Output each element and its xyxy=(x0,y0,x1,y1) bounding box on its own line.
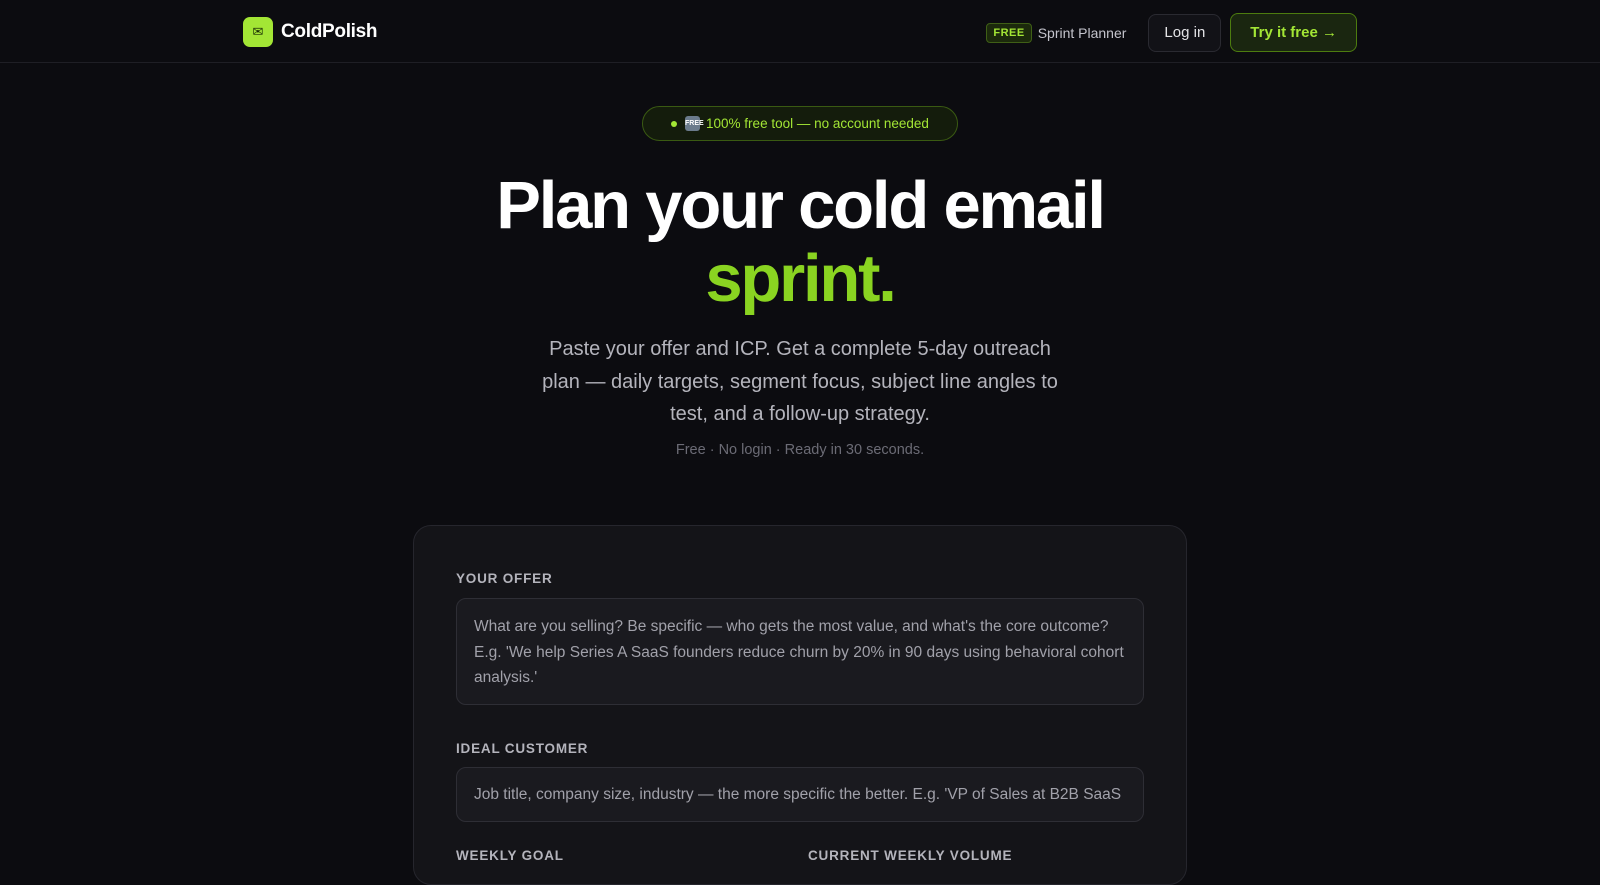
status-dot-icon xyxy=(671,120,678,127)
weekly-goal-label: WEEKLY GOAL xyxy=(456,848,564,863)
hero-subtitle: Paste your offer and ICP. Get a complete… xyxy=(542,338,1058,425)
free-emoji-icon: FREE xyxy=(685,116,704,131)
offer-label: YOUR OFFER xyxy=(456,571,553,586)
sprint-planner-link[interactable]: FREE Sprint Planner xyxy=(986,22,1127,43)
offer-textarea[interactable] xyxy=(456,598,1144,705)
sprint-planner-label: Sprint Planner xyxy=(1037,24,1127,41)
customer-label: IDEAL CUSTOMER xyxy=(456,741,589,756)
sprint-form-card: YOUR OFFER IDEAL CUSTOMER WEEKLY GOAL CU… xyxy=(413,525,1187,885)
try-free-button[interactable]: Try it free → xyxy=(1230,13,1357,52)
brand-name: ColdPolish xyxy=(281,21,378,42)
mail-icon: ✉ xyxy=(243,17,273,47)
customer-input[interactable] xyxy=(456,767,1144,822)
hero-meta: Free · No login · Ready in 30 seconds. xyxy=(675,442,925,458)
top-nav: ✉ ColdPolish FREE Sprint Planner Log in … xyxy=(0,0,1600,63)
hero-title: Plan your cold email xyxy=(496,168,1106,243)
free-tool-pill: FREE 100% free tool — no account needed xyxy=(642,106,958,141)
login-button[interactable]: Log in xyxy=(1148,13,1222,52)
pill-text: 100% free tool — no account needed xyxy=(706,116,929,131)
free-badge: FREE xyxy=(986,22,1032,43)
nav-actions: FREE Sprint Planner Log in Try it free → xyxy=(986,13,1357,52)
brand-logo[interactable]: ✉ ColdPolish xyxy=(243,17,378,47)
weekly-volume-label: CURRENT WEEKLY VOLUME xyxy=(808,848,1013,863)
hero-title-accent: sprint. xyxy=(705,241,897,316)
